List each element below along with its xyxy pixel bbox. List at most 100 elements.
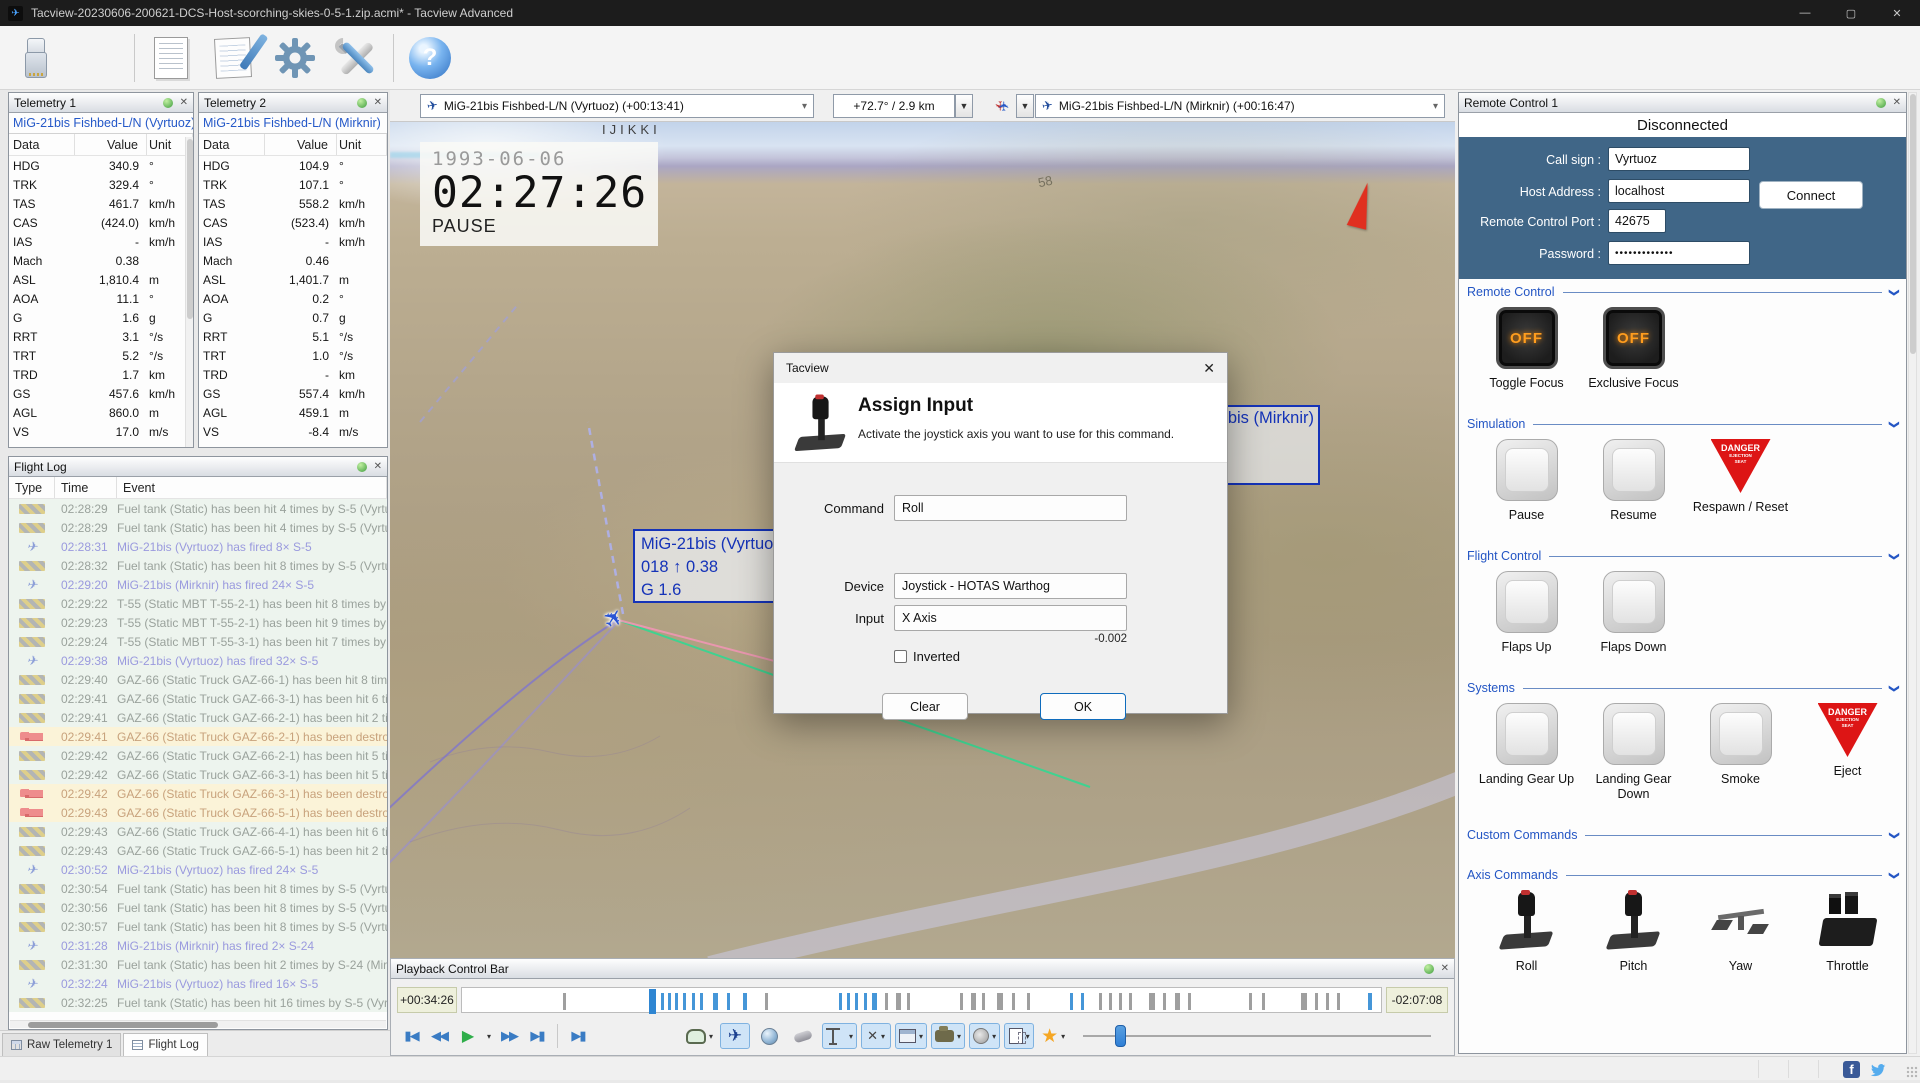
chevron-down-icon[interactable]: ❯ [1888,831,1899,839]
chevron-down-icon[interactable]: ▾ [849,1032,853,1041]
telemetry-row[interactable]: RRT3.1°/s [9,327,193,346]
telemetry-row[interactable]: GS457.6km/h [9,384,193,403]
password-input[interactable]: ••••••••••••• [1608,241,1750,265]
port-input[interactable]: 42675 [1608,209,1666,233]
command-roll[interactable]: Roll [1473,890,1580,974]
telemetry-row[interactable]: G0.7g [199,308,387,327]
command-flaps-up[interactable]: Flaps Up [1473,571,1580,655]
chevron-down-icon[interactable]: ▾ [992,1032,996,1041]
flight-log-row[interactable]: 02:32:25Fuel tank (Static) has been hit … [9,993,387,1012]
help-icon[interactable]: ? [404,32,456,84]
telemetry-row[interactable]: CAS(523.4)km/h [199,213,387,232]
telemetry-1-object[interactable]: MiG-21bis Fishbed-L/N (Vyrtuoz) [9,113,193,134]
telemetry-row[interactable]: AOA0.2° [199,289,387,308]
flight-log-row[interactable]: 02:29:43GAZ-66 (Static Truck GAZ-66-4-1)… [9,822,387,841]
telemetry-row[interactable]: TAS461.7km/h [9,194,193,213]
resize-grip[interactable] [1906,1066,1918,1078]
notes-editor-icon[interactable] [207,32,259,84]
flight-log-row[interactable]: 02:29:43GAZ-66 (Static Truck GAZ-66-5-1)… [9,841,387,860]
telemetry-1-header[interactable]: Telemetry 1 ✕ [9,93,193,113]
primary-object-combo[interactable]: ✈ MiG-21bis Fishbed-L/N (Vyrtuoz) (+00:1… [420,94,814,118]
clear-button[interactable]: Clear [882,693,968,720]
command-smoke[interactable]: Smoke [1687,703,1794,802]
telemetry-row[interactable]: VS17.0m/s [9,422,193,441]
flight-log-row[interactable]: ✈02:28:31MiG-21bis (Vyrtuoz) has fired 8… [9,537,387,556]
close-button[interactable]: ✕ [1874,0,1920,26]
close-icon[interactable]: ✕ [374,461,382,472]
close-icon[interactable]: ✕ [1893,97,1901,108]
speed-slider-handle[interactable] [1115,1025,1126,1047]
flight-log-row[interactable]: 02:29:43GAZ-66 (Static Truck GAZ-66-5-1)… [9,803,387,822]
command-landing-gear-down[interactable]: Landing Gear Down [1580,703,1687,802]
speed-slider[interactable] [1083,1029,1431,1043]
flight-log-row[interactable]: 02:30:56Fuel tank (Static) has been hit … [9,898,387,917]
flight-log-row[interactable]: 02:29:42GAZ-66 (Static Truck GAZ-66-3-1)… [9,765,387,784]
telemetry-row[interactable]: TRK107.1° [199,175,387,194]
command-pause[interactable]: Pause [1473,439,1580,523]
fast-forward-button[interactable]: ▶▶ [497,1024,521,1048]
step-forward-button[interactable]: ▶▮ [566,1024,590,1048]
close-icon[interactable]: ✕ [1441,963,1449,974]
call-sign-input[interactable]: Vyrtuoz [1608,147,1750,171]
command-throttle[interactable]: Throttle [1794,890,1901,974]
dialog-close-icon[interactable]: ✕ [1203,360,1215,377]
command-toggle-focus[interactable]: OFFToggle Focus [1473,307,1580,391]
command-pitch[interactable]: Pitch [1580,890,1687,974]
telemetry-row[interactable]: ASL1,810.4m [9,270,193,289]
pin-icon[interactable] [1424,964,1434,974]
command-exclusive-focus[interactable]: OFFExclusive Focus [1580,307,1687,391]
flight-log-row[interactable]: ✈02:29:38MiG-21bis (Vyrtuoz) has fired 3… [9,651,387,670]
jet-view-button[interactable]: ✈ [720,1023,750,1049]
telemetry-row[interactable]: Mach0.46 [199,251,387,270]
telemetry-row[interactable]: TRD-km [199,365,387,384]
telemetry-row[interactable]: HDG104.9° [199,156,387,175]
chevron-up-icon[interactable]: ❮ [1888,552,1899,560]
remote-control-header[interactable]: Remote Control 1 ✕ [1459,93,1906,113]
chevron-up-icon[interactable]: ❮ [1888,684,1899,692]
telemetry-row[interactable]: VS-8.4m/s [199,422,387,441]
scrollbar[interactable] [185,137,193,447]
inverted-checkbox-row[interactable]: Inverted [894,649,960,664]
chevron-down-icon[interactable]: ▾ [957,1032,961,1041]
horizontal-scrollbar[interactable] [10,1020,386,1028]
bearing-range-combo[interactable]: +72.7° / 2.9 km [833,94,955,118]
rewind-button[interactable]: ◀◀ [427,1024,451,1048]
inverted-checkbox[interactable] [894,650,907,663]
flight-log-row[interactable]: 02:29:22T-55 (Static MBT T-55-2-1) has b… [9,594,387,613]
telemetry-row[interactable]: TRT5.2°/s [9,346,193,365]
play-button[interactable]: ▶ [455,1024,479,1048]
window-view-button[interactable]: ▾ [895,1023,927,1049]
telemetry-row[interactable]: TRD1.7km [9,365,193,384]
command-eject[interactable]: DANGEREJECTIONSEATEject [1794,703,1901,802]
settings-gear-icon[interactable] [269,32,321,84]
flight-log-row[interactable]: 02:29:42GAZ-66 (Static Truck GAZ-66-2-1)… [9,746,387,765]
command-landing-gear-up[interactable]: Landing Gear Up [1473,703,1580,802]
telemetry-row[interactable]: HDG340.9° [9,156,193,175]
telemetry-row[interactable]: IAS-km/h [9,232,193,251]
telemetry-row[interactable]: TRT1.0°/s [199,346,387,365]
pin-icon[interactable] [357,462,367,472]
chevron-down-icon[interactable]: ▾ [1026,1032,1030,1041]
secondary-object-combo[interactable]: ✈ MiG-21bis Fishbed-L/N (Mirknir) (+00:1… [1035,94,1445,118]
flight-log-header[interactable]: Flight Log ✕ [9,457,387,477]
ok-button[interactable]: OK [1040,693,1126,720]
chevron-down-icon[interactable]: ▾ [709,1032,713,1041]
aircraft-1-data-label[interactable]: MiG-21bis (Vyrtuoz) 018 ↑ 0.38 G 1.6 [633,529,791,603]
x-view-button[interactable]: ✕▾ [861,1023,891,1049]
scope-view-button[interactable] [788,1023,818,1049]
flight-log-row[interactable]: 02:29:24T-55 (Static MBT T-55-3-1) has b… [9,632,387,651]
chevron-up-icon[interactable]: ❮ [1888,420,1899,428]
chevron-down-icon[interactable]: ▾ [919,1032,923,1041]
flight-log-row[interactable]: 02:29:41GAZ-66 (Static Truck GAZ-66-2-1)… [9,727,387,746]
command-resume[interactable]: Resume [1580,439,1687,523]
swap-dropdown-button[interactable]: ▼ [1016,94,1034,118]
maximize-button[interactable]: ▢ [1828,0,1874,26]
report-document-icon[interactable] [145,32,197,84]
telemetry-row[interactable]: AGL459.1m [199,403,387,422]
chevron-up-icon[interactable]: ❮ [1888,288,1899,296]
tab-flight-log[interactable]: Flight Log [123,1033,208,1056]
play-menu-button[interactable]: ▾ [483,1024,493,1048]
flight-log-row[interactable]: ✈02:31:28MiG-21bis (Mirknir) has fired 2… [9,936,387,955]
scrollbar[interactable] [1908,92,1917,1054]
facebook-icon[interactable]: f [1843,1061,1860,1078]
